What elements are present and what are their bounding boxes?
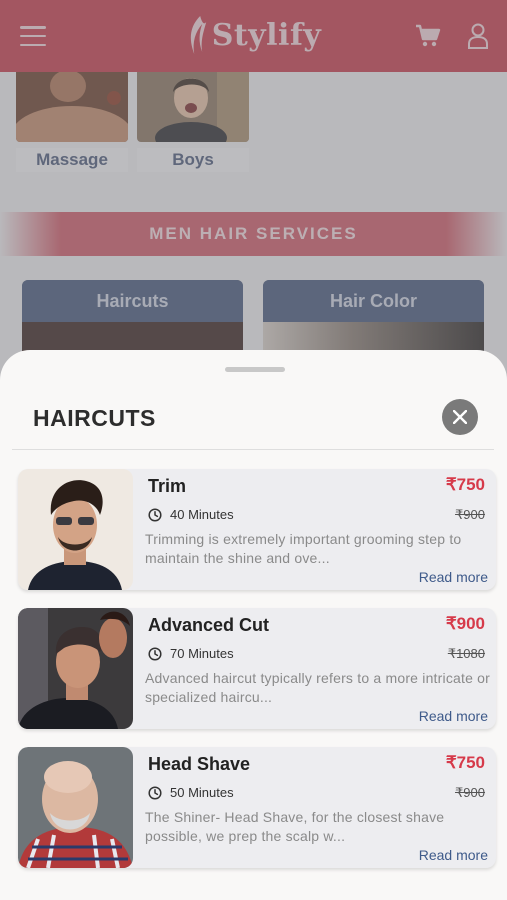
duration-text: 50 Minutes (170, 785, 234, 800)
service-item-trim[interactable]: Trim ₹750 40 Minutes ₹900 Trimming is ex… (18, 469, 496, 590)
duration-text: 40 Minutes (170, 507, 234, 522)
service-name: Advanced Cut (148, 615, 270, 635)
duration-text: 70 Minutes (170, 646, 234, 661)
service-duration: 40 Minutes (148, 507, 234, 522)
service-price: ₹750 (445, 753, 485, 772)
service-name: Trim (148, 476, 187, 496)
service-name: Head Shave (148, 754, 251, 774)
service-description: Advanced haircut typically refers to a m… (145, 670, 491, 705)
service-price: ₹750 (445, 475, 485, 494)
service-description: Trimming is extremely important grooming… (145, 531, 462, 566)
read-more-link[interactable]: Read more (419, 847, 488, 863)
clock-icon (148, 646, 162, 661)
sheet-title: HAIRCUTS (33, 405, 156, 431)
service-item-advanced-cut[interactable]: Advanced Cut ₹900 70 Minutes ₹1080 Advan… (18, 608, 496, 729)
trim-photo (18, 469, 133, 590)
original-price: ₹900 (455, 785, 485, 800)
service-duration: 50 Minutes (148, 785, 234, 800)
advanced-cut-photo (18, 608, 133, 729)
clock-icon (148, 785, 162, 800)
service-price: ₹900 (445, 614, 485, 633)
close-button[interactable] (442, 399, 478, 435)
haircuts-bottom-sheet: HAIRCUTS Trim ₹750 40 Minutes ₹900 Trimm… (0, 350, 507, 900)
clock-icon (148, 507, 162, 522)
drag-handle[interactable] (225, 367, 285, 372)
service-item-head-shave[interactable]: Head Shave ₹750 50 Minutes ₹900 The Shin… (18, 747, 496, 868)
original-price: ₹1080 (447, 646, 485, 661)
service-duration: 70 Minutes (148, 646, 234, 661)
read-more-link[interactable]: Read more (419, 708, 488, 724)
close-icon (453, 410, 467, 424)
divider (12, 449, 494, 450)
service-description: The Shiner- Head Shave, for the closest … (145, 809, 445, 844)
head-shave-photo (18, 747, 133, 868)
read-more-link[interactable]: Read more (419, 569, 488, 585)
original-price: ₹900 (455, 507, 485, 522)
